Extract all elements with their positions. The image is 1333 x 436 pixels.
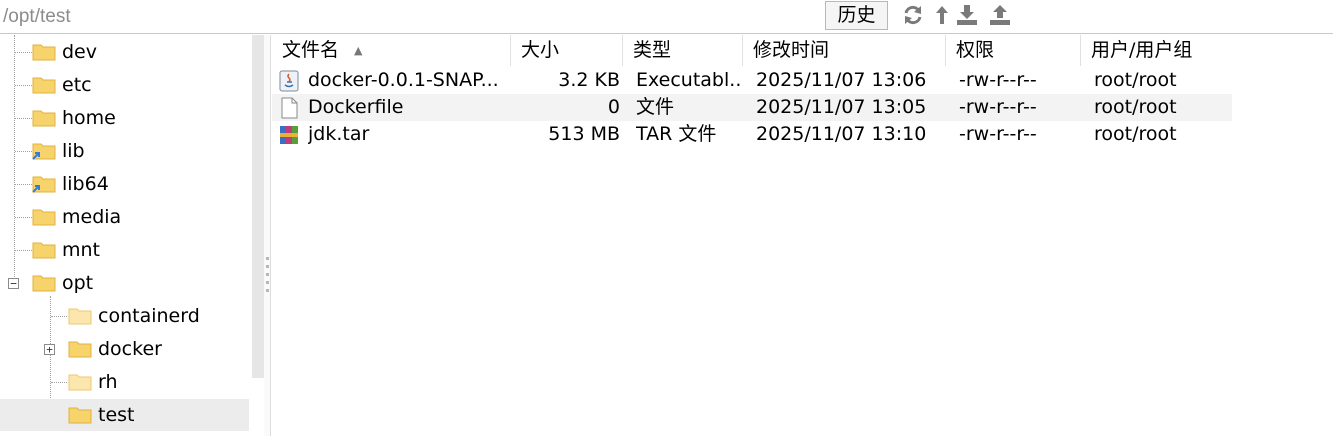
tree-item-lib64[interactable]: lib64 [0, 168, 249, 200]
archive-icon [280, 126, 298, 144]
folder-icon [32, 77, 56, 94]
toolbar: 历史 [0, 0, 1333, 34]
file-owner: root/root [1094, 123, 1177, 145]
file-permissions: -rw-r--r-- [959, 96, 1037, 118]
column-header-permissions[interactable]: 权限 [946, 35, 1081, 66]
column-header-name[interactable]: 文件名 ▲ [272, 35, 511, 66]
folder-icon [68, 308, 92, 325]
tree-item-label: dev [62, 41, 97, 63]
folder-icon [32, 44, 56, 61]
column-header-type[interactable]: 类型 [623, 35, 743, 66]
collapse-toggle-icon[interactable]: − [8, 278, 19, 289]
folder-link-icon [32, 143, 56, 160]
column-header-owner[interactable]: 用户/用户组 [1081, 35, 1231, 66]
tree-scrollbar[interactable] [252, 35, 264, 378]
tree-item-label: test [98, 404, 135, 426]
splitter-grip [266, 265, 269, 268]
file-type: Executabl... [636, 69, 741, 91]
file-size: 3.2 KB [558, 69, 620, 91]
tree-item-test[interactable]: test [0, 399, 249, 431]
column-header-label: 修改时间 [753, 39, 830, 61]
file-owner: root/root [1094, 69, 1177, 91]
tree-item-label: lib64 [62, 173, 109, 195]
folder-icon [68, 341, 92, 358]
refresh-icon[interactable] [901, 2, 925, 28]
tree-item-mnt[interactable]: mnt [0, 234, 249, 266]
file-permissions: -rw-r--r-- [959, 69, 1037, 91]
file-modified: 2025/11/07 13:05 [756, 96, 927, 118]
tree-item-label: rh [98, 371, 118, 393]
folder-icon [32, 242, 56, 259]
tree-item-label: home [62, 107, 116, 129]
tree-item-label: opt [62, 272, 94, 294]
folder-icon [68, 407, 92, 424]
tree-item-label: docker [98, 338, 162, 360]
splitter-grip [266, 257, 269, 260]
upload-icon[interactable] [988, 2, 1012, 28]
file-list: 文件名 ▲ 大小 类型 修改时间 权限 用户/用户组 docker-0.0.1-… [272, 35, 1333, 436]
blank-file-icon [281, 97, 298, 119]
file-modified: 2025/11/07 13:06 [756, 69, 927, 91]
tree-item-lib[interactable]: lib [0, 135, 249, 167]
tree-item-containerd[interactable]: containerd [0, 300, 249, 332]
java-jar-icon [279, 70, 299, 92]
table-row[interactable]: docker-0.0.1-SNAP... 3.2 KB Executabl...… [272, 67, 1232, 94]
file-type: TAR 文件 [636, 123, 717, 145]
file-name: Dockerfile [308, 96, 404, 118]
tree-item-label: mnt [62, 239, 100, 261]
table-row[interactable]: jdk.tar 513 MB TAR 文件 2025/11/07 13:10 -… [272, 121, 1232, 148]
column-header-label: 用户/用户组 [1091, 39, 1193, 61]
tree-item-rh[interactable]: rh [0, 366, 249, 398]
tree-item-home[interactable]: home [0, 102, 249, 134]
splitter-grip [266, 281, 269, 284]
directory-tree: dev etc home lib lib64 media mnt − opt c… [0, 35, 264, 436]
file-modified: 2025/11/07 13:10 [756, 123, 927, 145]
sort-ascending-icon: ▲ [354, 44, 363, 57]
folder-open-icon [32, 275, 56, 292]
tree-item-media[interactable]: media [0, 201, 249, 233]
download-icon[interactable] [955, 2, 979, 28]
tree-item-label: containerd [98, 305, 200, 327]
path-input[interactable] [0, 0, 820, 33]
pane-splitter[interactable] [264, 35, 271, 436]
file-name: docker-0.0.1-SNAP... [308, 69, 499, 91]
expand-toggle-icon[interactable]: + [44, 344, 55, 355]
column-header-label: 大小 [521, 39, 560, 61]
column-header-label: 类型 [633, 39, 672, 61]
column-header-label: 权限 [956, 39, 995, 61]
column-header-modified[interactable]: 修改时间 [743, 35, 946, 66]
file-permissions: -rw-r--r-- [959, 123, 1037, 145]
tree-item-label: lib [62, 140, 85, 162]
splitter-grip [266, 289, 269, 292]
folder-icon [32, 209, 56, 226]
folder-icon [32, 110, 56, 127]
up-arrow-icon[interactable] [930, 2, 954, 28]
column-header-size[interactable]: 大小 [511, 35, 623, 66]
file-size: 0 [607, 96, 620, 118]
tree-item-dev[interactable]: dev [0, 36, 249, 68]
tree-item-opt[interactable]: − opt [0, 267, 249, 299]
tree-item-label: etc [62, 74, 92, 96]
file-owner: root/root [1094, 96, 1177, 118]
history-button[interactable]: 历史 [825, 1, 888, 30]
file-type: 文件 [636, 96, 675, 118]
splitter-grip [266, 273, 269, 276]
table-row[interactable]: Dockerfile 0 文件 2025/11/07 13:05 -rw-r--… [272, 94, 1232, 121]
folder-icon [68, 374, 92, 391]
folder-link-icon [32, 176, 56, 193]
tree-item-docker[interactable]: + docker [0, 333, 249, 365]
column-header-label: 文件名 [282, 39, 340, 61]
file-size: 513 MB [548, 123, 620, 145]
file-name: jdk.tar [308, 123, 370, 145]
tree-item-etc[interactable]: etc [0, 69, 249, 101]
tree-item-label: media [62, 206, 122, 228]
